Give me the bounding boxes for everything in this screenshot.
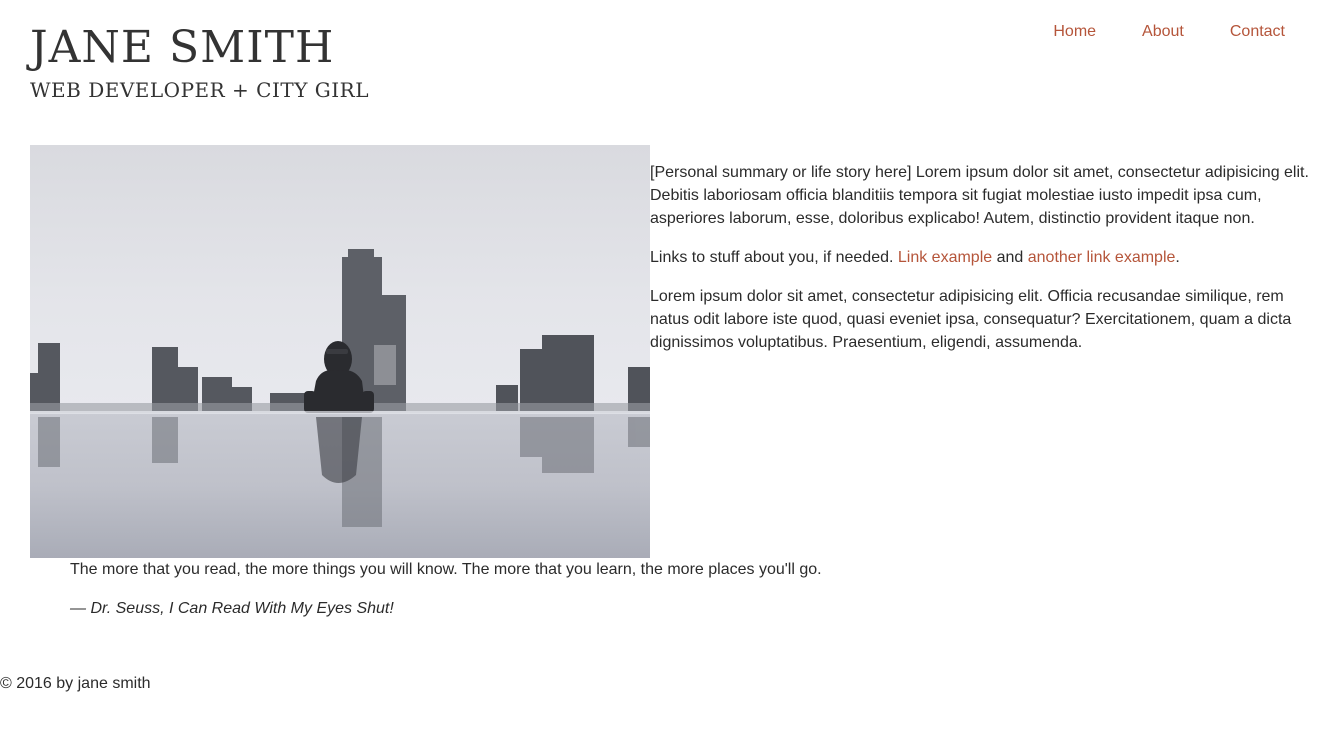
site-title: JANE SMITH: [30, 22, 335, 73]
footer-copyright: © 2016 by jane smith: [0, 675, 151, 692]
links-intro-text: Links to stuff about you, if needed.: [650, 249, 898, 266]
site-subtitle: WEB DEVELOPER + CITY GIRL: [30, 78, 369, 102]
nav-contact-link[interactable]: Contact: [1230, 20, 1285, 44]
links-end-text: .: [1175, 249, 1180, 266]
bio-paragraph-1: [Personal summary or life story here] Lo…: [650, 164, 1309, 227]
bio-section: [Personal summary or life story here] Lo…: [650, 161, 1310, 370]
page: JANE SMITH WEB DEVELOPER + CITY GIRL Hom…: [0, 0, 1334, 741]
nav-home-link[interactable]: Home: [1053, 20, 1096, 44]
another-link-example[interactable]: another link example: [1028, 249, 1176, 266]
profile-photo: [30, 145, 650, 558]
quote-block: The more that you read, the more things …: [70, 558, 1270, 636]
quote-citation: — Dr. Seuss, I Can Read With My Eyes Shu…: [70, 600, 394, 617]
nav-about-link[interactable]: About: [1142, 20, 1184, 44]
bio-links-paragraph: Links to stuff about you, if needed. Lin…: [650, 246, 1310, 269]
links-and-text: and: [992, 249, 1028, 266]
quote-text: The more that you read, the more things …: [70, 561, 822, 578]
main-nav: Home About Contact: [1007, 20, 1285, 44]
link-example[interactable]: Link example: [898, 249, 992, 266]
bio-paragraph-3: Lorem ipsum dolor sit amet, consectetur …: [650, 288, 1292, 351]
